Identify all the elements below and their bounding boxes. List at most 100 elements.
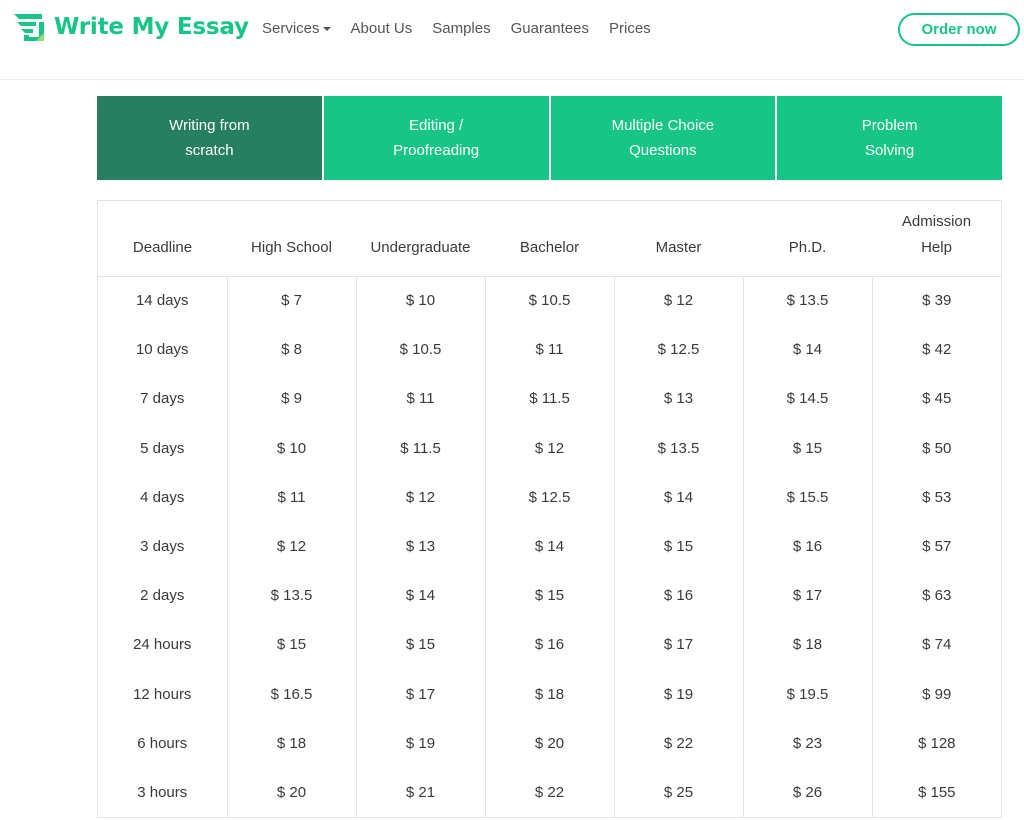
column-header: Bachelor xyxy=(485,201,614,277)
price-cell: $ 21 xyxy=(356,767,486,818)
price-cell: $ 13.5 xyxy=(614,423,744,473)
deadline-cell: 4 days xyxy=(98,472,228,522)
price-cell: $ 15 xyxy=(614,521,744,572)
price-cell: $ 128 xyxy=(917,734,956,752)
table-row: 5 days $ 10 $ 11.5 $ 12 $ 13.5 $ 15 $ 50 xyxy=(98,423,1001,473)
price-cell: $ 19 xyxy=(356,718,486,768)
nav-samples-label: Samples xyxy=(432,19,491,37)
deadline-cell: 24 hours xyxy=(98,620,228,670)
tab-label: Problem Solving xyxy=(861,117,918,159)
price-cell: $ 18 xyxy=(743,620,873,670)
nav-services-label: Services xyxy=(262,19,320,37)
table-row: 10 days $ 8 $ 10.5 $ 11 $ 12.5 $ 14 $ 42 xyxy=(98,325,1001,375)
tab-label: Writing from scratch xyxy=(169,117,250,159)
brand-name: Write My Essay xyxy=(54,14,249,40)
table-row: 14 days $ 7 $ 10 $ 10.5 $ 12 $ 13.5 $ 39 xyxy=(98,276,1001,326)
price-cell: $ 19 xyxy=(614,669,744,719)
table-row: 3 days $ 12 $ 13 $ 14 $ 15 $ 16 $ 57 xyxy=(98,521,1001,572)
table-row: 24 hours $ 15 $ 15 $ 16 $ 17 $ 18 $ 74 xyxy=(98,620,1001,670)
price-cell: $ 12 xyxy=(614,276,744,326)
tab-multiple-choice-questions[interactable]: Multiple Choice Questions xyxy=(550,96,778,180)
table-body: 14 days $ 7 $ 10 $ 10.5 $ 12 $ 13.5 $ 39 10 day… xyxy=(98,276,1001,818)
price-cell: $ 11.5 xyxy=(485,374,615,424)
price-cell: $ 20 xyxy=(227,767,357,818)
price-cell: $ 15 xyxy=(356,620,486,670)
order-now-button[interactable]: Order now xyxy=(898,13,1020,46)
price-cell: $ 16 xyxy=(485,620,615,670)
price-cell: $ 15 xyxy=(227,620,357,670)
column-header: Master xyxy=(614,201,743,277)
price-cell: $ 50 xyxy=(922,439,952,457)
price-cell: $ 17 xyxy=(356,669,486,719)
price-cell: $ 25 xyxy=(614,767,744,818)
price-cell: $ 42 xyxy=(922,341,952,359)
price-cell: $ 15 xyxy=(743,423,873,473)
price-cell: $ 16 xyxy=(743,521,873,572)
deadline-cell: 2 days xyxy=(98,571,228,621)
price-cell: $ 74 xyxy=(922,636,952,654)
pricing-table: Deadline High School Undergraduate Bachelor… xyxy=(97,200,1002,819)
service-tabs: Writing from scratch Editing / Proofread… xyxy=(97,96,1002,180)
price-cell: $ 12 xyxy=(485,423,615,473)
table-header-row: Deadline High School Undergraduate Bachelor… xyxy=(98,201,1001,277)
nav-samples[interactable]: Samples xyxy=(432,20,490,37)
price-cell: $ 8 xyxy=(227,325,357,375)
tab-problem-solving[interactable]: Problem Solving xyxy=(777,96,1002,180)
price-cell: $ 13 xyxy=(614,374,744,424)
price-cell: $ 57 xyxy=(922,538,952,556)
price-cell: $ 10.5 xyxy=(485,276,615,326)
nav-guarantees-label: Guarantees xyxy=(510,19,589,37)
price-cell: $ 9 xyxy=(227,374,357,424)
nav-prices[interactable]: Prices xyxy=(609,20,651,37)
deadline-cell: 7 days xyxy=(98,374,228,424)
price-cell: $ 155 xyxy=(917,783,956,801)
brand-logo[interactable]: Write My Essay xyxy=(12,10,249,44)
table-row: 12 hours $ 16.5 $ 17 $ 18 $ 19 $ 19.5 $ 99 xyxy=(98,669,1001,719)
price-cell: $ 26 xyxy=(743,767,873,818)
price-cell: $ 18 xyxy=(227,718,357,768)
price-cell: $ 45 xyxy=(922,390,952,408)
deadline-cell: 3 hours xyxy=(98,767,228,818)
price-cell: $ 11 xyxy=(356,374,486,424)
deadline-cell: 3 days xyxy=(98,521,228,572)
deadline-cell: 6 hours xyxy=(98,718,228,768)
table-row: 3 hours $ 20 $ 21 $ 22 $ 25 $ 26 $ 155 xyxy=(98,767,1001,818)
table-row: 4 days $ 11 $ 12 $ 12.5 $ 14 $ 15.5 $ 53 xyxy=(98,472,1001,522)
price-cell: $ 14.5 xyxy=(743,374,873,424)
nav-services[interactable]: Services xyxy=(262,20,331,37)
column-header: Undergraduate xyxy=(356,201,485,277)
price-cell: $ 10.5 xyxy=(356,325,486,375)
table-row: 6 hours $ 18 $ 19 $ 20 $ 22 $ 23 $ 128 xyxy=(98,718,1001,768)
price-cell: $ 18 xyxy=(485,669,615,719)
deadline-cell: 10 days xyxy=(98,325,228,375)
nav-guarantees[interactable]: Guarantees xyxy=(511,20,589,37)
tab-label: Multiple Choice Questions xyxy=(611,117,715,159)
price-cell: $ 19.5 xyxy=(743,669,873,719)
price-cell: $ 99 xyxy=(922,685,952,703)
price-cell: $ 22 xyxy=(485,767,615,818)
price-cell: $ 14 xyxy=(356,571,486,621)
price-cell: $ 63 xyxy=(922,587,952,605)
price-cell: $ 23 xyxy=(743,718,873,768)
price-cell: $ 53 xyxy=(922,488,952,506)
price-cell: $ 13.5 xyxy=(743,276,873,326)
caret-down-icon xyxy=(322,26,331,31)
nav-prices-label: Prices xyxy=(608,19,651,37)
tab-writing-from-scratch[interactable]: Writing from scratch xyxy=(97,96,324,180)
price-cell: $ 11.5 xyxy=(356,423,486,473)
tab-editing-proofreading[interactable]: Editing / Proofreading xyxy=(323,96,551,180)
column-header: High School xyxy=(227,201,356,277)
price-cell: $ 11 xyxy=(227,472,357,522)
price-cell: $ 7 xyxy=(227,276,357,326)
price-cell: $ 12 xyxy=(227,521,357,572)
site-header: Write My Essay Services About Us Samples… xyxy=(0,0,1024,80)
price-cell: $ 17 xyxy=(743,571,873,621)
price-cell: $ 17 xyxy=(614,620,744,670)
nav-about-us[interactable]: About Us xyxy=(351,20,413,37)
price-cell: $ 16 xyxy=(614,571,744,621)
main-nav: Services About Us Samples Guarantees Pri… xyxy=(262,18,671,38)
price-cell: $ 12.5 xyxy=(614,325,744,375)
column-header: Ph.D. xyxy=(743,201,872,277)
price-cell: $ 12.5 xyxy=(485,472,615,522)
column-header: Admission Help xyxy=(872,201,1001,277)
